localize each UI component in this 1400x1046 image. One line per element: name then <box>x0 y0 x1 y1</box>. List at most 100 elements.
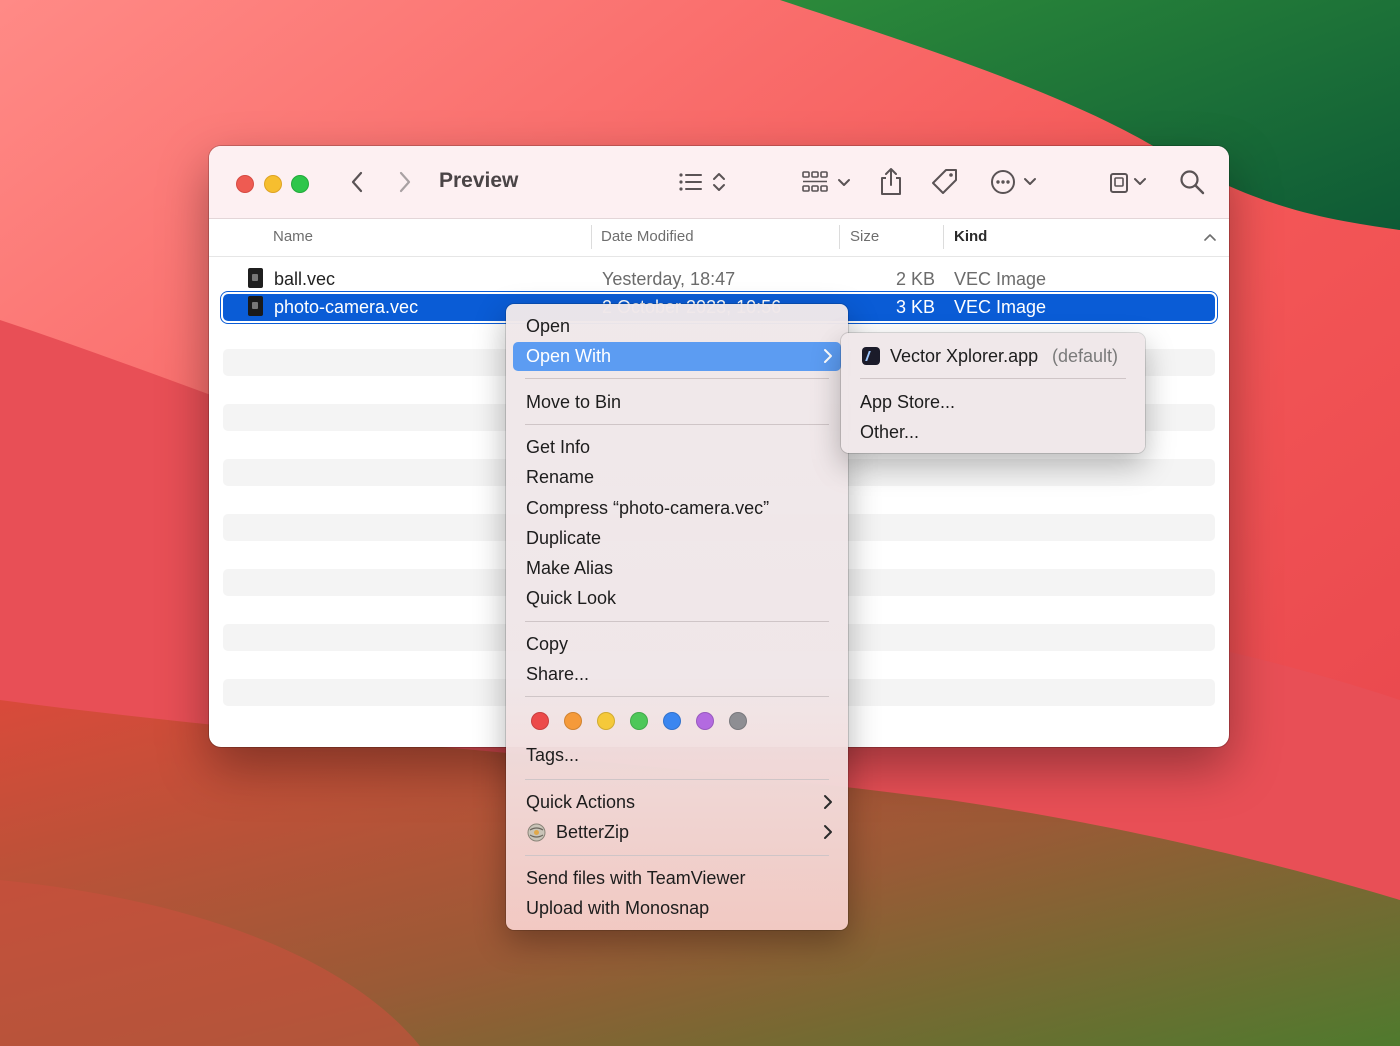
menu-item-label: Move to Bin <box>526 392 622 412</box>
share-icon <box>881 168 901 195</box>
menu-separator <box>525 696 829 697</box>
file-name: ball.vec <box>274 269 336 289</box>
menu-item-label: Make Alias <box>526 558 614 578</box>
vector-xplorer-app-icon <box>862 347 880 365</box>
app-name: Vector Xplorer.app <box>890 346 1039 366</box>
column-size[interactable]: Size <box>850 228 879 245</box>
file-kind: VEC Image <box>954 269 1047 289</box>
app-default-label: (default) <box>1052 346 1119 366</box>
file-size: 2 KB <box>896 269 936 289</box>
window-title: Preview <box>439 169 519 192</box>
minimize-window-button[interactable] <box>264 175 282 193</box>
column-name[interactable]: Name <box>273 228 313 245</box>
betterzip-icon <box>527 823 546 842</box>
menu-separator <box>860 378 1126 379</box>
menu-item-label: Open With <box>526 346 612 366</box>
view-options-button[interactable] <box>677 166 729 198</box>
menu-item-quick-actions[interactable]: Quick Actions <box>513 788 841 817</box>
menu-item-copy[interactable]: Copy <box>513 630 841 659</box>
menu-item-label: Tags... <box>526 745 580 765</box>
zoom-window-button[interactable] <box>291 175 309 193</box>
tag-color-dot[interactable] <box>564 712 582 730</box>
submenu-item-other[interactable]: Other... <box>860 422 919 443</box>
file-size: 3 KB <box>896 297 936 317</box>
menu-separator <box>525 378 829 379</box>
back-button[interactable] <box>345 166 369 198</box>
file-kind: VEC Image <box>954 297 1047 317</box>
tag-color-dot[interactable] <box>630 712 648 730</box>
chevron-right-icon <box>824 825 832 839</box>
tag-color-dot[interactable] <box>696 712 714 730</box>
list-view-icon <box>679 173 725 191</box>
menu-item-duplicate[interactable]: Duplicate <box>513 524 841 553</box>
ellipsis-circle-icon <box>991 170 1036 194</box>
group-button[interactable] <box>801 166 853 198</box>
open-with-submenu: Vector Xplorer.app (default) App Store..… <box>841 333 1145 453</box>
menu-item-send-teamviewer[interactable]: Send files with TeamViewer <box>513 864 841 893</box>
grid-group-icon <box>802 171 850 192</box>
menu-item-label: Share... <box>526 664 590 684</box>
vec-file-icon <box>248 268 263 288</box>
file-row[interactable]: ball.vec Yesterday, 18:47 2 KB VEC Image <box>223 266 1215 293</box>
share-button[interactable] <box>877 166 905 198</box>
tag-color-dot[interactable] <box>663 712 681 730</box>
menu-separator <box>525 779 829 780</box>
tag-button[interactable] <box>929 166 961 198</box>
menu-item-label: Compress “photo-camera.vec” <box>526 498 770 518</box>
menu-separator <box>525 424 829 425</box>
menu-item-make-alias[interactable]: Make Alias <box>513 554 841 583</box>
drive-icon <box>1110 173 1146 193</box>
forward-button[interactable] <box>393 166 417 198</box>
search-button[interactable] <box>1177 166 1207 198</box>
tag-icon <box>932 169 957 194</box>
vec-file-icon <box>248 296 263 316</box>
menu-item-label: Send files with TeamViewer <box>526 868 746 888</box>
tag-color-dot[interactable] <box>597 712 615 730</box>
drive-button[interactable] <box>1107 166 1149 198</box>
chevron-right-icon <box>399 171 411 193</box>
tag-color-dot[interactable] <box>531 712 549 730</box>
menu-item-rename[interactable]: Rename <box>513 463 841 492</box>
context-menu: Open Open With Move to Bin Get Info Rena… <box>506 304 848 930</box>
menu-item-betterzip[interactable]: BetterZip <box>513 818 841 847</box>
menu-item-label: Quick Actions <box>526 792 636 812</box>
column-divider[interactable] <box>591 225 592 249</box>
column-kind[interactable]: Kind <box>954 228 987 245</box>
menu-separator <box>525 855 829 856</box>
menu-item-upload-monosnap[interactable]: Upload with Monosnap <box>513 894 841 923</box>
chevron-right-icon <box>824 349 832 363</box>
submenu-item-vector-xplorer[interactable]: Vector Xplorer.app (default) <box>841 341 1145 371</box>
menu-item-quick-look[interactable]: Quick Look <box>513 584 841 613</box>
close-window-button[interactable] <box>236 175 254 193</box>
menu-item-label: BetterZip <box>556 822 630 842</box>
menu-item-compress[interactable]: Compress “photo-camera.vec” <box>513 494 841 523</box>
menu-separator <box>525 621 829 622</box>
menu-item-label: Duplicate <box>526 528 602 548</box>
chevron-left-icon <box>351 171 363 193</box>
file-date: Yesterday, 18:47 <box>602 269 736 289</box>
menu-item-label: Get Info <box>526 437 591 457</box>
sort-ascending-icon <box>1204 234 1216 241</box>
menu-item-get-info[interactable]: Get Info <box>513 433 841 462</box>
menu-item-label: Rename <box>526 467 595 487</box>
submenu-item-app-store[interactable]: App Store... <box>860 392 955 413</box>
menu-item-tags[interactable]: Tags... <box>513 741 841 770</box>
search-icon <box>1180 170 1205 195</box>
menu-item-move-to-bin[interactable]: Move to Bin <box>513 388 841 417</box>
column-divider[interactable] <box>943 225 944 249</box>
menu-item-label: Open <box>526 316 571 336</box>
action-menu-button[interactable] <box>989 166 1039 198</box>
chevron-right-icon <box>824 795 832 809</box>
menu-item-label: Copy <box>526 634 569 654</box>
menu-item-label: Upload with Monosnap <box>526 898 710 918</box>
menu-item-open-with[interactable]: Open With <box>513 342 841 371</box>
menu-item-share[interactable]: Share... <box>513 660 841 689</box>
toolbar: Preview <box>209 146 1229 219</box>
menu-item-label: Quick Look <box>526 588 617 608</box>
tag-color-dot[interactable] <box>729 712 747 730</box>
column-header: Name Date Modified Size Kind <box>209 219 1229 257</box>
column-date-modified[interactable]: Date Modified <box>601 228 694 245</box>
file-name: photo-camera.vec <box>274 297 419 317</box>
column-divider[interactable] <box>839 225 840 249</box>
menu-item-open[interactable]: Open <box>513 312 841 341</box>
